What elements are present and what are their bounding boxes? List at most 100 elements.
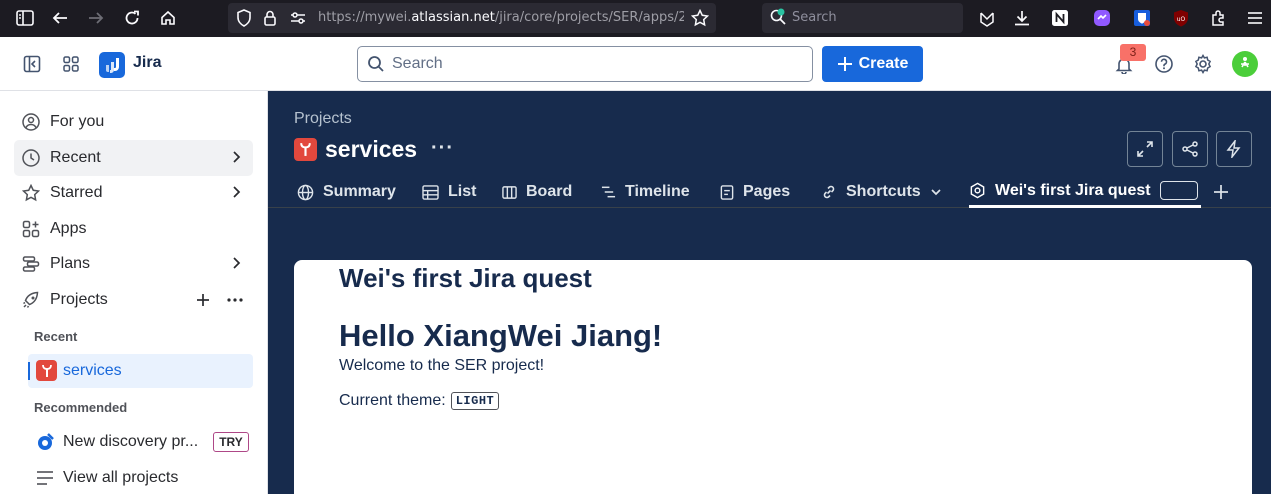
sidebar-item-new-discovery[interactable]: New discovery pr... [14, 424, 209, 460]
sidebar-item-apps[interactable]: Apps [14, 211, 253, 247]
sidebar-item-label: Projects [50, 291, 108, 308]
tab-timeline[interactable]: Timeline [601, 176, 690, 208]
browser-search-box[interactable]: Search [762, 3, 963, 33]
project-avatar-icon [36, 360, 57, 381]
add-project-icon[interactable] [196, 293, 210, 307]
sidebar-item-plans[interactable]: Plans [14, 246, 253, 282]
collapse-sidebar-icon[interactable] [22, 54, 42, 74]
sidebar-item-recent[interactable]: Recent [14, 140, 253, 176]
board-icon [502, 185, 517, 199]
person-circle-icon [22, 113, 40, 131]
create-label: Create [858, 55, 909, 72]
search-field[interactable] [357, 46, 813, 82]
app-switcher-icon[interactable] [61, 54, 81, 74]
timeline-icon [601, 186, 616, 198]
url-text[interactable]: https://mywei.atlassian.net/jira/core/pr… [318, 10, 684, 25]
sidebar-item-label: View all projects [63, 469, 179, 486]
menu-hamburger-icon[interactable] [1245, 8, 1265, 28]
sidebar: For you Recent Starred Apps Plans Projec… [0, 91, 268, 494]
reload-icon[interactable] [122, 8, 142, 28]
site-permissions-icon[interactable] [288, 8, 308, 28]
main-content: Projects services ··· Summary List Board… [268, 91, 1271, 494]
tab-pages[interactable]: Pages [720, 176, 790, 208]
sidebar-item-starred[interactable]: Starred [14, 175, 253, 211]
tab-shortcuts[interactable]: Shortcuts [821, 176, 942, 208]
shield-icon[interactable] [234, 8, 254, 28]
apps-grid-icon [22, 220, 40, 238]
sidebar-item-label: Plans [50, 255, 91, 272]
notification-count-badge[interactable]: 3 [1120, 44, 1146, 61]
link-icon [823, 185, 835, 199]
ublock-icon[interactable]: uO [1171, 8, 1191, 28]
quest-title: Wei's first Jira quest [339, 263, 592, 293]
tab-summary[interactable]: Summary [297, 176, 396, 208]
project-tabs: Summary List Board Timeline Pages Shortc… [268, 176, 1271, 208]
tab-rename-field[interactable] [1159, 181, 1198, 200]
tab-label: Timeline [625, 183, 690, 200]
list-icon [37, 471, 53, 485]
search-engine-icon[interactable] [768, 7, 788, 27]
sidebar-item-label: Recent [50, 149, 101, 166]
browser-search-placeholder: Search [792, 10, 837, 25]
extension-purple-icon[interactable] [1092, 8, 1112, 28]
tab-label: Wei's first Jira quest [995, 181, 1151, 199]
sidebar-project-services[interactable]: services [28, 354, 253, 388]
sidebar-item-projects[interactable]: Projects [14, 282, 253, 318]
current-theme-row: Current theme: LIGHT [339, 392, 500, 410]
greeting-heading: Hello XiangWei Jiang! [339, 318, 663, 353]
recommended-heading: Recommended [34, 400, 128, 415]
sidebar-toggle-icon[interactable] [15, 8, 35, 28]
bitwarden-icon[interactable] [1132, 8, 1152, 28]
project-more-actions-button[interactable]: ··· [431, 137, 454, 160]
jira-logo-icon[interactable] [99, 52, 125, 78]
search-input[interactable] [392, 47, 802, 81]
project-label: services [63, 362, 122, 379]
app-name[interactable]: Jira [133, 54, 161, 72]
share-icon [1182, 141, 1198, 157]
user-avatar[interactable] [1232, 51, 1258, 77]
create-button[interactable]: Create [822, 46, 923, 82]
back-icon[interactable] [50, 8, 70, 28]
sidebar-item-for-you[interactable]: For you [14, 104, 253, 140]
theme-label: Current theme: [339, 392, 446, 409]
sidebar-item-label: For you [50, 113, 105, 130]
download-icon[interactable] [1012, 8, 1032, 28]
settings-gear-icon[interactable] [1193, 54, 1213, 74]
sidebar-item-view-all-projects[interactable]: View all projects [14, 460, 253, 494]
bookmark-star-icon[interactable] [690, 8, 710, 28]
star-icon [22, 184, 40, 202]
chevron-right-icon [233, 257, 241, 269]
try-badge[interactable]: TRY [213, 432, 249, 452]
jira-top-nav: Jira Create 3 [0, 37, 1271, 91]
chevron-right-icon [233, 186, 241, 198]
automation-button[interactable] [1216, 131, 1252, 167]
fullscreen-button[interactable] [1127, 131, 1163, 167]
chevron-right-icon [233, 151, 241, 163]
app-content-card: Wei's first Jira quest Hello XiangWei Ji… [294, 260, 1252, 494]
home-icon[interactable] [158, 8, 178, 28]
tab-board[interactable]: Board [502, 176, 572, 208]
search-icon [366, 54, 386, 74]
lightning-icon [1226, 140, 1241, 158]
tab-label: Summary [323, 183, 396, 200]
chevron-down-icon [931, 189, 941, 196]
pocket-icon[interactable] [977, 8, 997, 28]
forward-icon[interactable] [86, 8, 106, 28]
sidebar-item-label: New discovery pr... [63, 433, 199, 450]
add-tab-button[interactable] [1213, 176, 1229, 208]
notion-extension-icon[interactable] [1050, 8, 1070, 28]
more-options-icon[interactable] [227, 297, 243, 303]
tab-list[interactable]: List [422, 176, 476, 208]
tab-weis-first-jira-quest[interactable]: Wei's first Jira quest [969, 176, 1201, 208]
page-icon [720, 184, 734, 200]
share-button[interactable] [1172, 131, 1208, 167]
tab-label: List [448, 183, 477, 200]
sidebar-item-label: Starred [50, 184, 103, 201]
help-icon[interactable] [1154, 54, 1174, 74]
extensions-puzzle-icon[interactable] [1209, 8, 1229, 28]
tab-label: Shortcuts [846, 183, 921, 200]
active-indicator [28, 362, 30, 380]
breadcrumb[interactable]: Projects [294, 110, 352, 128]
lock-icon[interactable] [260, 8, 280, 28]
address-bar[interactable]: https://mywei.atlassian.net/jira/core/pr… [228, 3, 716, 33]
